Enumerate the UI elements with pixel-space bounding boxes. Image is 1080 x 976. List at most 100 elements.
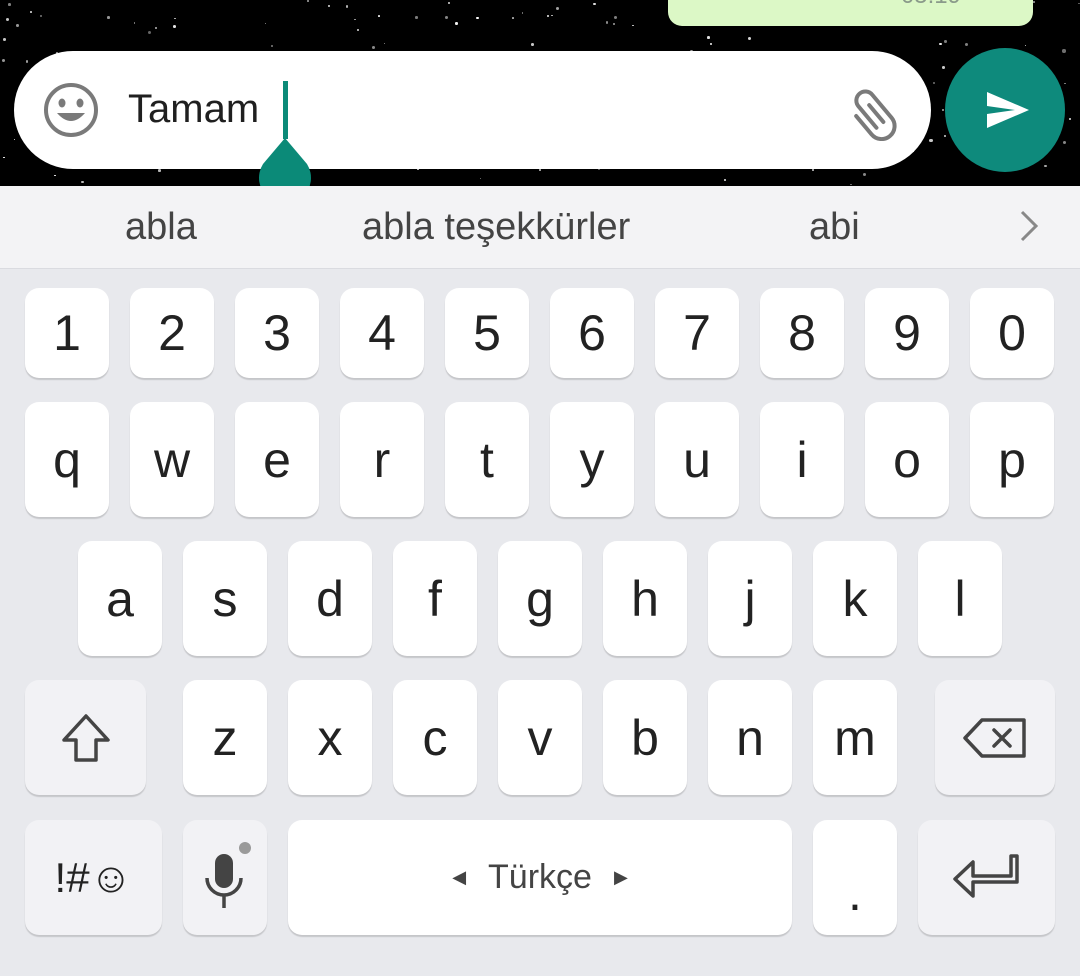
star [81, 180, 84, 184]
key-k[interactable]: k [813, 541, 897, 656]
key-9[interactable]: 9 [865, 288, 949, 378]
star [328, 5, 330, 7]
enter-icon [952, 853, 1019, 898]
shift-key[interactable] [25, 680, 146, 795]
key-c[interactable]: c [393, 680, 477, 795]
star [1024, 44, 1027, 47]
key-label: u [683, 431, 711, 488]
star [941, 65, 945, 69]
attachment-icon[interactable] [846, 83, 904, 141]
key-o[interactable]: o [865, 402, 949, 517]
key-2[interactable]: 2 [130, 288, 214, 378]
emoji-icon[interactable] [42, 81, 100, 139]
star [445, 16, 449, 20]
key-label: 3 [263, 305, 291, 361]
key-u[interactable]: u [655, 402, 739, 517]
key-y[interactable]: y [550, 402, 634, 517]
star [748, 37, 752, 41]
suggestion-3[interactable]: abi [809, 206, 860, 249]
star [1069, 118, 1072, 121]
key-h[interactable]: h [603, 541, 687, 656]
star [939, 42, 942, 46]
star [724, 178, 727, 181]
message-text: Tamam [128, 87, 260, 131]
message-bubble[interactable]: 05:19 ✓✓ [668, 0, 1033, 26]
key-p[interactable]: p [970, 402, 1054, 517]
star [632, 24, 634, 27]
star [26, 60, 29, 63]
send-button[interactable] [945, 48, 1065, 172]
star [613, 15, 618, 20]
key-4[interactable]: 4 [340, 288, 424, 378]
key-7[interactable]: 7 [655, 288, 739, 378]
suggestion-2[interactable]: abla teşekkürler [362, 206, 630, 249]
enter-key[interactable] [918, 820, 1055, 935]
key-label: 8 [788, 305, 816, 361]
key-label: t [480, 431, 494, 488]
key-label: k [842, 570, 868, 627]
star [378, 14, 380, 17]
backspace-key[interactable] [935, 680, 1055, 795]
key-w[interactable]: w [130, 402, 214, 517]
key-6[interactable]: 6 [550, 288, 634, 378]
key-j[interactable]: j [708, 541, 792, 656]
star [933, 82, 936, 85]
star [1044, 164, 1047, 167]
key-s[interactable]: s [183, 541, 267, 656]
key-d[interactable]: d [288, 541, 372, 656]
key-label: a [106, 570, 134, 627]
key-v[interactable]: v [498, 680, 582, 795]
key-b[interactable]: b [603, 680, 687, 795]
key-label: s [212, 570, 238, 627]
star [455, 22, 458, 25]
suggestion-1[interactable]: abla [125, 206, 197, 249]
key-m[interactable]: m [813, 680, 897, 795]
key-i[interactable]: i [760, 402, 844, 517]
star [1062, 49, 1066, 53]
star [40, 15, 42, 17]
key-e[interactable]: e [235, 402, 319, 517]
key-8[interactable]: 8 [760, 288, 844, 378]
key-label: v [527, 709, 553, 766]
key-r[interactable]: r [340, 402, 424, 517]
star [264, 22, 266, 24]
key-3[interactable]: 3 [235, 288, 319, 378]
star [555, 6, 559, 10]
key-label: x [317, 709, 343, 766]
shift-icon [61, 713, 110, 762]
star [306, 0, 309, 2]
star [612, 23, 615, 26]
space-key[interactable]: ◀ Türkçe ▶ [288, 820, 792, 935]
message-input[interactable]: Tamam [14, 51, 931, 169]
voice-input-key[interactable] [183, 820, 267, 935]
star [1064, 82, 1066, 85]
key-z[interactable]: z [183, 680, 267, 795]
key-n[interactable]: n [708, 680, 792, 795]
key-q[interactable]: q [25, 402, 109, 517]
star [372, 46, 376, 50]
chevron-right-icon[interactable] [1014, 206, 1044, 246]
star [512, 17, 514, 19]
key-a[interactable]: a [78, 541, 162, 656]
key-1[interactable]: 1 [25, 288, 109, 378]
key-label: b [631, 709, 659, 766]
text-cursor [283, 81, 288, 139]
period-key[interactable]: . [813, 820, 897, 935]
star [479, 177, 482, 180]
key-g[interactable]: g [498, 541, 582, 656]
key-label: 6 [578, 305, 606, 361]
key-l[interactable]: l [918, 541, 1002, 656]
symbols-key[interactable]: !#☺ [25, 820, 162, 935]
key-0[interactable]: 0 [970, 288, 1054, 378]
star [1, 58, 6, 63]
star [173, 24, 176, 28]
key-x[interactable]: x [288, 680, 372, 795]
key-label: 7 [683, 305, 711, 361]
send-icon [987, 92, 1029, 128]
key-t[interactable]: t [445, 402, 529, 517]
key-5[interactable]: 5 [445, 288, 529, 378]
key-label: r [373, 431, 391, 488]
star [158, 169, 161, 172]
key-f[interactable]: f [393, 541, 477, 656]
star [54, 174, 56, 177]
